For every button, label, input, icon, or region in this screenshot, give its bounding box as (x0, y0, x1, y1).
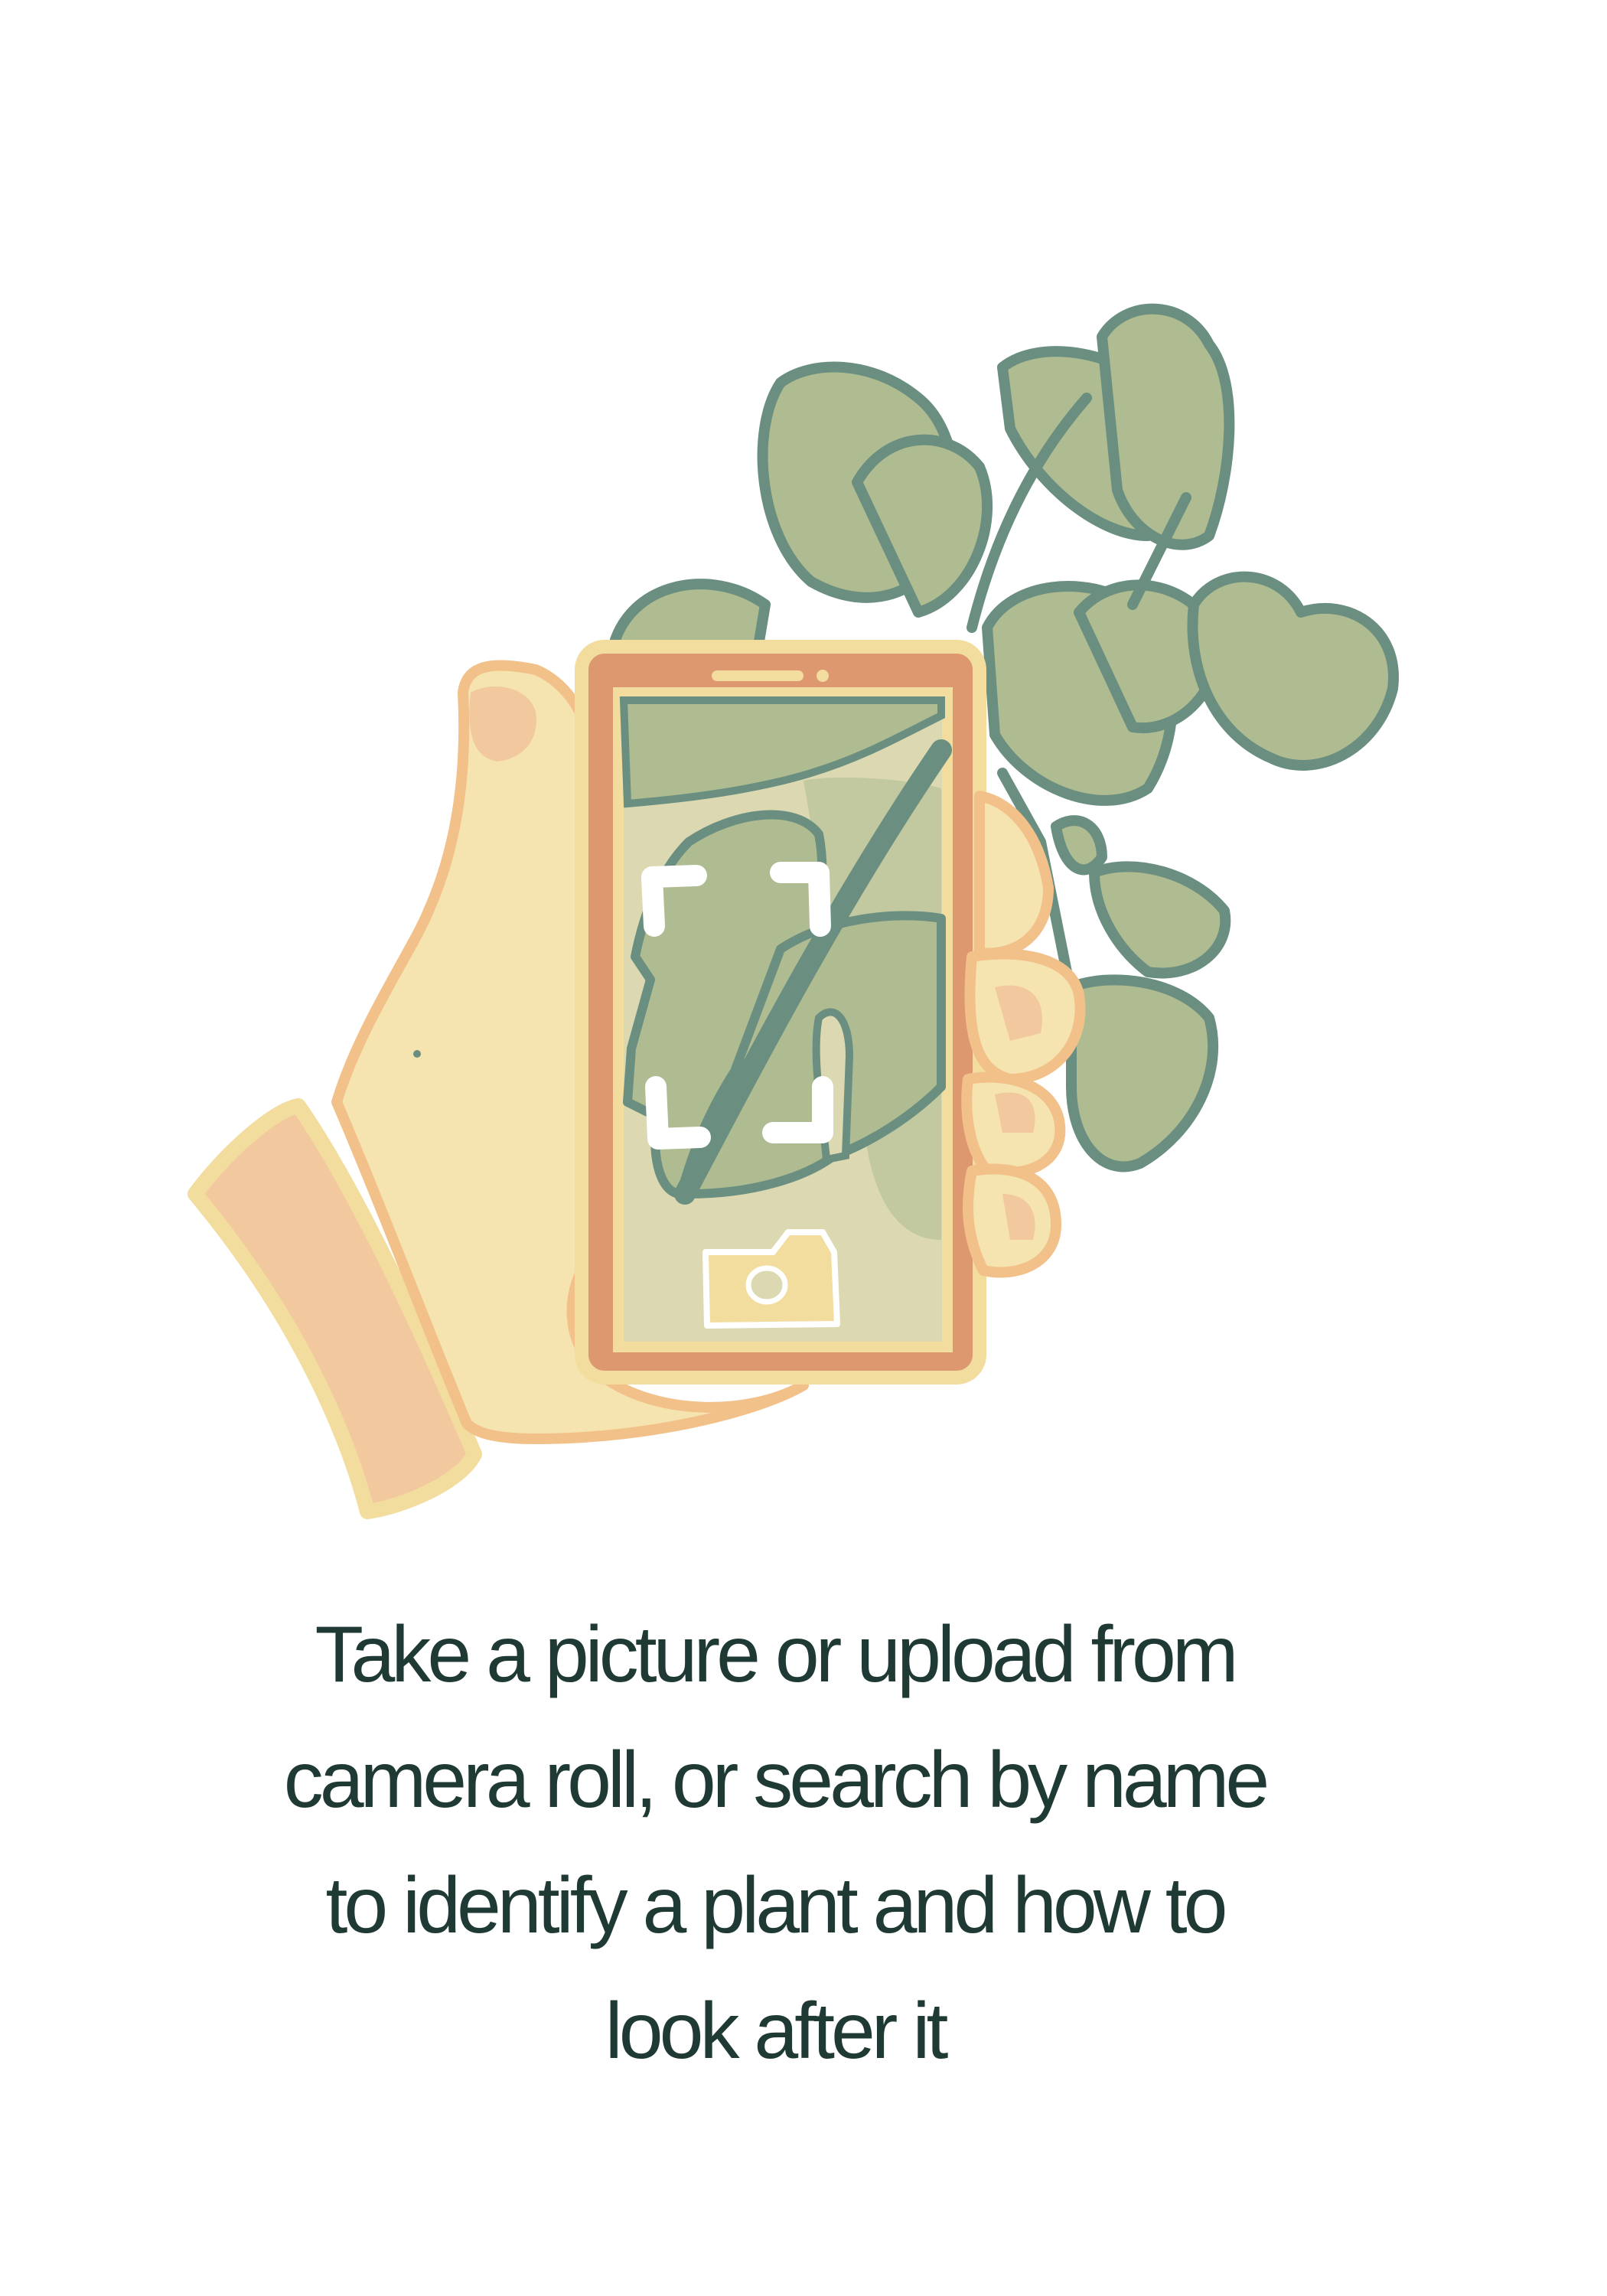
caption-line: camera roll, or search by name (283, 1736, 1270, 1825)
onboarding-caption: Take a picture or upload from camera rol… (0, 1592, 1550, 2094)
caption-line: Take a picture or upload from (315, 1610, 1239, 1699)
caption-line: to identify a plant and how to (325, 1861, 1227, 1950)
caption-line: look after it (605, 1987, 949, 2076)
onboarding-illustration (187, 303, 1399, 1519)
phone (575, 640, 986, 1384)
